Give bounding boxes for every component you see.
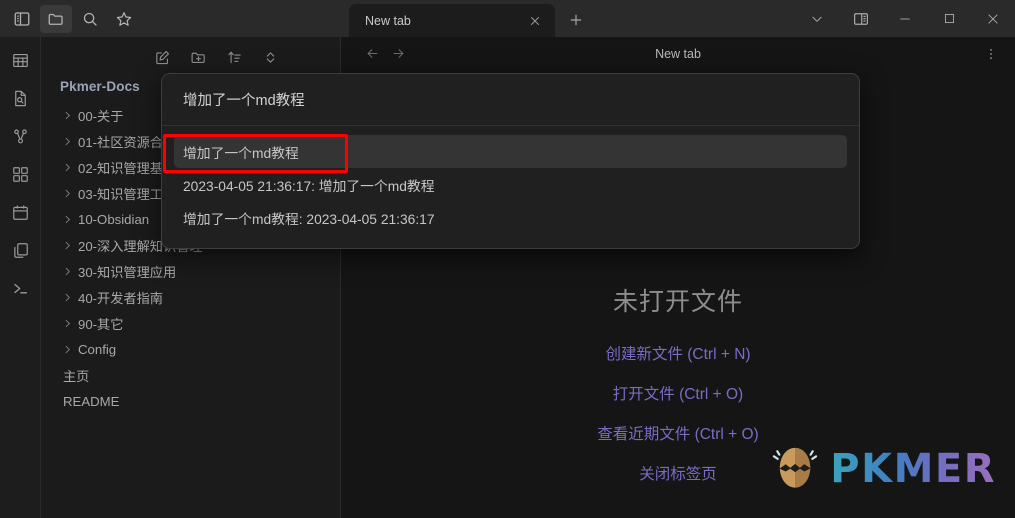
close-icon[interactable] [971,0,1015,37]
close-icon[interactable] [525,11,545,31]
tab-new-tab[interactable]: New tab [349,4,555,37]
titlebar-left-icon-group [0,0,140,37]
chevron-right-icon [60,186,75,201]
maximize-icon[interactable] [927,0,971,37]
popup-item[interactable]: 增加了一个md教程: 2023-04-05 21:36:17 [174,201,847,234]
left-ribbon [0,37,41,518]
collapse-icon[interactable] [260,47,280,67]
tree-item-file[interactable]: 主页 [41,362,340,388]
folder-icon[interactable] [40,4,72,33]
explorer-toolbar [41,37,340,71]
search-icon[interactable] [74,5,106,33]
tree-item-label: 10-Obsidian [78,211,150,227]
create-new-file-link[interactable]: 创建新文件 (Ctrl + N) [341,342,1015,364]
tree-item-label: 02-知识管理基 [78,160,163,176]
new-note-icon[interactable] [152,47,172,67]
back-arrow-icon[interactable] [359,41,385,67]
pkmer-logo: PKMER [768,442,996,496]
graph-icon[interactable] [6,124,34,148]
open-file-link[interactable]: 打开文件 (Ctrl + O) [341,382,1015,404]
popup-item[interactable]: 2023-04-05 21:36:17: 增加了一个md教程 [174,168,847,201]
minimize-icon[interactable] [883,0,927,37]
chevron-right-icon [60,342,75,357]
chevron-right-icon [60,212,75,227]
tree-item-folder[interactable]: 30-知识管理应用 [41,258,340,284]
pkmer-wordmark: PKMER [830,446,996,492]
file-search-icon[interactable] [6,86,34,110]
tree-item-label: 主页 [63,368,90,384]
sort-icon[interactable] [224,47,244,67]
tree-item-file[interactable]: README [41,388,340,414]
chevron-right-icon [60,290,75,305]
popup-item-selected[interactable]: 增加了一个md教程 [174,135,847,168]
chevron-right-icon [60,264,75,279]
new-tab-button[interactable] [561,5,591,35]
tree-item-label: Config [78,341,117,357]
sidebar-toggle-icon[interactable] [6,5,38,33]
command-suggestion-popup: 增加了一个md教程 增加了一个md教程 2023-04-05 21:36:17:… [161,73,860,249]
forward-arrow-icon[interactable] [385,41,411,67]
recent-files-link[interactable]: 查看近期文件 (Ctrl + O) [341,422,1015,444]
tree-item-label: README [63,393,120,409]
chevron-right-icon [60,316,75,331]
apps-grid-icon[interactable] [6,162,34,186]
window-controls [795,0,1015,37]
table-icon[interactable] [6,48,34,72]
new-folder-icon[interactable] [188,47,208,67]
tree-item-label: 40-开发者指南 [78,290,163,306]
view-navbar: New tab [341,37,1015,70]
tree-item-label: 30-知识管理应用 [78,264,177,280]
chevron-right-icon [60,134,75,149]
tree-item-folder[interactable]: 40-开发者指南 [41,284,340,310]
tab-label: New tab [365,13,411,28]
copy-files-icon[interactable] [6,238,34,262]
more-options-icon[interactable] [979,42,1003,66]
chevron-right-icon [60,108,75,123]
split-pane-icon[interactable] [839,0,883,37]
page-title: 未打开文件 [612,288,743,316]
tree-item-label: 90-其它 [78,316,124,332]
tree-item-folder[interactable]: 90-其它 [41,310,340,336]
terminal-icon[interactable] [6,276,34,300]
obsidian-window: New tab Pkmer-Docs 00-关于 01-社区资源合 02-知识管… [0,0,1015,518]
title-bar: New tab [0,0,1015,37]
chevron-right-icon [60,238,75,253]
tree-item-label: 01-社区资源合 [78,134,163,150]
calendar-icon[interactable] [6,200,34,224]
pkmer-egg-icon [773,447,818,488]
star-icon[interactable] [108,5,140,33]
tree-item-folder[interactable]: Config [41,336,340,362]
tree-item-label: 03-知识管理工 [78,186,163,202]
popup-search-input[interactable]: 增加了一个md教程 [162,74,859,126]
tab-strip: New tab [349,0,591,37]
chevron-right-icon [60,160,75,175]
chevron-down-icon[interactable] [795,0,839,37]
popup-suggestion-list: 增加了一个md教程 2023-04-05 21:36:17: 增加了一个md教程… [162,126,859,234]
view-title: New tab [655,46,701,61]
tree-item-label: 00-关于 [78,108,124,124]
